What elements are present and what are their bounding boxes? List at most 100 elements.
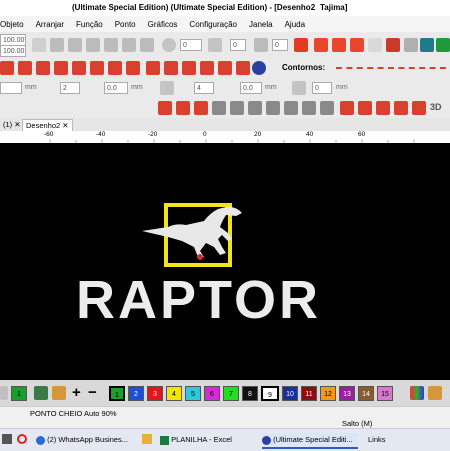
- stitch-pattern-b-icon[interactable]: [332, 38, 346, 52]
- add-color-button[interactable]: +: [72, 385, 81, 400]
- pattern-13-icon[interactable]: [218, 61, 232, 75]
- palette-color-10[interactable]: 10: [282, 386, 298, 401]
- stitch-pattern-a-icon[interactable]: [314, 38, 328, 52]
- satin-fill-icon[interactable]: [294, 38, 308, 52]
- menu-funcao[interactable]: Função: [71, 20, 110, 29]
- color-grid-icon[interactable]: [436, 38, 450, 52]
- trim-field[interactable]: 0: [272, 39, 288, 51]
- palette-color-15[interactable]: 15: [377, 386, 393, 401]
- angle-icon[interactable]: [292, 81, 306, 95]
- effect-11-icon[interactable]: [340, 101, 354, 115]
- moon-icon[interactable]: [252, 61, 266, 75]
- menu-ponto[interactable]: Ponto: [110, 20, 143, 29]
- property-spin-5[interactable]: 0: [312, 82, 332, 94]
- lock-icon[interactable]: [32, 38, 46, 52]
- pattern-8-icon[interactable]: [126, 61, 140, 75]
- palette-color-5[interactable]: 5: [185, 386, 201, 401]
- scissors-icon[interactable]: [254, 38, 268, 52]
- pattern-9-icon[interactable]: [146, 61, 160, 75]
- thread-chart-icon[interactable]: [410, 386, 424, 400]
- node-icon[interactable]: [368, 38, 382, 52]
- file-explorer-icon[interactable]: [142, 434, 152, 444]
- design-canvas[interactable]: RAPTOR: [0, 143, 450, 380]
- pattern-2-icon[interactable]: [18, 61, 32, 75]
- effect-14-icon[interactable]: [394, 101, 408, 115]
- property-spin-3[interactable]: 4: [194, 82, 214, 94]
- tab-desenho2-close-icon[interactable]: ✕: [62, 121, 68, 130]
- palette-edit-icon[interactable]: [428, 386, 442, 400]
- menu-configuracao[interactable]: Configuração: [184, 20, 244, 29]
- property-spin-1[interactable]: 2: [60, 82, 80, 94]
- pattern-4-icon[interactable]: [54, 61, 68, 75]
- palette-left-icon[interactable]: [0, 386, 8, 400]
- effect-1-icon[interactable]: [158, 101, 172, 115]
- palette-color-6[interactable]: 6: [204, 386, 220, 401]
- fringe-icon[interactable]: [386, 38, 400, 52]
- effect-8-icon[interactable]: [284, 101, 298, 115]
- palette-color-8[interactable]: 8: [242, 386, 258, 401]
- property-field-1[interactable]: [0, 82, 22, 94]
- pattern-5-icon[interactable]: [72, 61, 86, 75]
- palette-color-11[interactable]: 11: [301, 386, 317, 401]
- text-icon[interactable]: [404, 38, 418, 52]
- effect-5-icon[interactable]: [230, 101, 244, 115]
- windows-start-icon[interactable]: [2, 434, 12, 444]
- property-spin-2[interactable]: 0.0: [104, 82, 128, 94]
- pattern-select-icon[interactable]: [160, 81, 174, 95]
- palette-color-1[interactable]: 1: [11, 386, 27, 401]
- effect-7-icon[interactable]: [266, 101, 280, 115]
- eyedropper-icon[interactable]: [34, 386, 48, 400]
- effect-9-icon[interactable]: [302, 101, 316, 115]
- palette-color-13[interactable]: 13: [339, 386, 355, 401]
- effect-10-icon[interactable]: [320, 101, 334, 115]
- palette-color-9[interactable]: 9: [261, 386, 279, 401]
- contour-styles[interactable]: [336, 67, 446, 71]
- palette-color-14[interactable]: 14: [358, 386, 374, 401]
- mirror-icon[interactable]: [50, 38, 64, 52]
- align-icon[interactable]: [68, 38, 82, 52]
- palette-color-12[interactable]: 12: [320, 386, 336, 401]
- property-spin-4[interactable]: 0.0: [240, 82, 262, 94]
- stitch-pattern-c-icon[interactable]: [350, 38, 364, 52]
- taskbar-excel[interactable]: PLANILHA - Excel: [160, 433, 254, 447]
- pattern-14-icon[interactable]: [236, 61, 250, 75]
- effect-3-icon[interactable]: [194, 101, 208, 115]
- palette-color-2[interactable]: 2: [128, 386, 144, 401]
- spacing-field[interactable]: 0: [230, 39, 246, 51]
- image-icon[interactable]: [420, 38, 434, 52]
- pattern-12-icon[interactable]: [200, 61, 214, 75]
- pattern-6-icon[interactable]: [90, 61, 104, 75]
- palette-color-4[interactable]: 4: [166, 386, 182, 401]
- palette-color-3[interactable]: 3: [147, 386, 163, 401]
- opera-icon[interactable]: [17, 434, 27, 444]
- remove-color-button[interactable]: −: [88, 385, 97, 400]
- tab-1-close-icon[interactable]: ✕: [14, 120, 20, 129]
- skew-icon[interactable]: [140, 38, 154, 52]
- flip-vertical-icon[interactable]: [86, 38, 100, 52]
- tab-desenho2[interactable]: Desenho2 ✕: [22, 119, 73, 131]
- effect-15-icon[interactable]: [412, 101, 426, 115]
- height-scale-field[interactable]: 100.00: [0, 45, 26, 57]
- flip-horizontal-icon[interactable]: [104, 38, 118, 52]
- menu-arranjar[interactable]: Arranjar: [31, 20, 71, 29]
- taskbar-links[interactable]: Links: [368, 433, 386, 447]
- effect-13-icon[interactable]: [376, 101, 390, 115]
- taskbar-embroidery-app[interactable]: (Ultimate Special Editi...: [262, 433, 358, 449]
- menu-janela[interactable]: Janela: [244, 20, 280, 29]
- effect-12-icon[interactable]: [358, 101, 372, 115]
- effect-2-icon[interactable]: [176, 101, 190, 115]
- view-3d-button[interactable]: 3D: [430, 102, 442, 112]
- menu-objeto[interactable]: Objeto: [0, 20, 31, 29]
- design-text[interactable]: RAPTOR: [76, 273, 321, 327]
- document-icon[interactable]: [208, 38, 222, 52]
- rotate-field[interactable]: 0: [180, 39, 202, 51]
- menu-graficos[interactable]: Gráficos: [143, 20, 185, 29]
- pattern-11-icon[interactable]: [182, 61, 196, 75]
- taskbar-whatsapp[interactable]: (2) WhatsApp Busines...: [36, 433, 134, 447]
- pattern-1-icon[interactable]: [0, 61, 14, 75]
- tab-1[interactable]: (1) ✕: [0, 119, 24, 130]
- menu-ajuda[interactable]: Ajuda: [280, 20, 312, 29]
- palette-color-1-active[interactable]: 1: [109, 386, 125, 401]
- palette-color-7[interactable]: 7: [223, 386, 239, 401]
- effect-6-icon[interactable]: [248, 101, 262, 115]
